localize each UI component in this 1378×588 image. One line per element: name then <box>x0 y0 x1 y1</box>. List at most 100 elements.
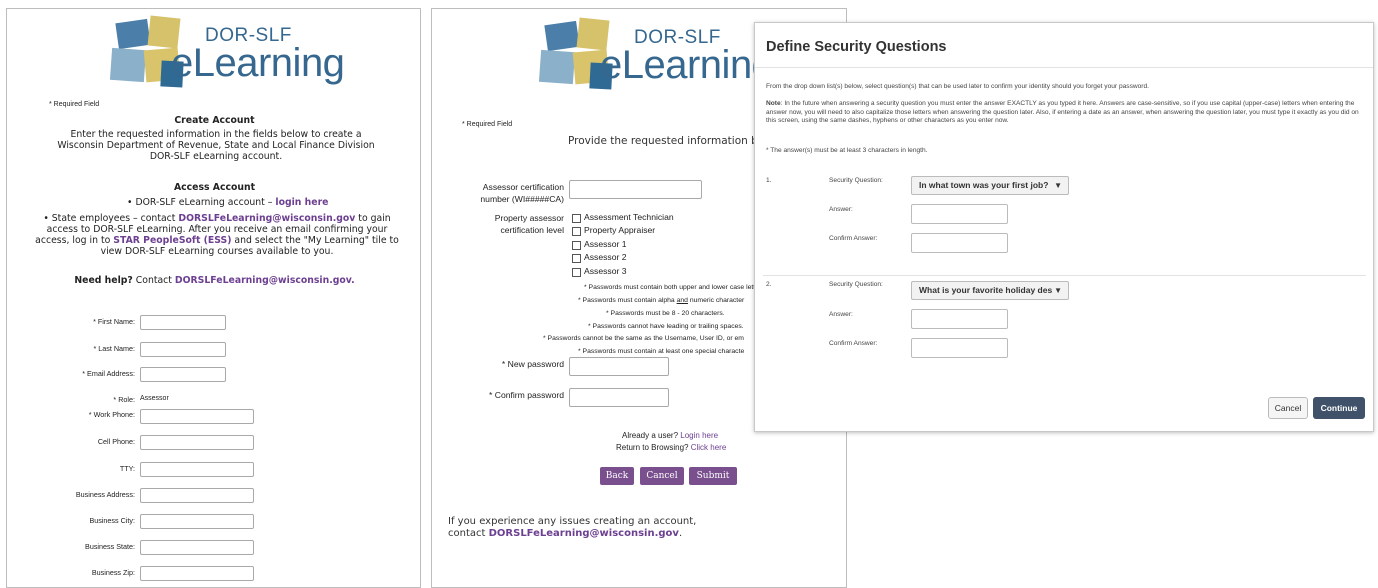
state-text-1: State employees – contact <box>51 213 179 224</box>
need-help-text: Need help? Contact DORSLFeLearning@wisco… <box>7 275 420 286</box>
level-label-line2: certification level <box>500 225 564 235</box>
length-note: * The answer(s) must be at least 3 chara… <box>766 147 928 154</box>
puzzle-piece-icon <box>544 20 580 52</box>
cert-label-line2: number (WI#####CA) <box>480 194 564 204</box>
confirm-answer-label: Confirm Answer: <box>829 235 878 242</box>
work-phone-input[interactable] <box>140 409 254 424</box>
back-button[interactable]: Back <box>600 467 634 485</box>
create-intro-text: Enter the requested information in the f… <box>57 129 375 162</box>
first-name-input[interactable] <box>140 315 226 330</box>
dialog-title: Define Security Questions <box>766 39 947 55</box>
email-label: * Email Address: <box>82 369 135 378</box>
answer-input-1[interactable] <box>911 204 1008 224</box>
dropdown-caret-icon: ▼ <box>1054 286 1062 295</box>
divider <box>763 275 1366 276</box>
already-text: Already a user? <box>622 431 679 440</box>
role-label: * Role: <box>113 395 135 404</box>
level-checkbox-assessor2[interactable] <box>572 254 581 263</box>
state-employees-text: • State employees – contact DORSLFeLearn… <box>31 213 403 257</box>
cert-number-label: Assessor certification number (WI#####CA… <box>452 181 564 205</box>
security-question-label: Security Question: <box>829 177 883 184</box>
need-help-contact: Contact <box>132 275 175 286</box>
issues-period: . <box>678 528 683 539</box>
security-question-select-1[interactable]: In what town was your first job? ▼ <box>911 176 1069 195</box>
star-peoplesoft-link[interactable]: STAR PeopleSoft (ESS) <box>113 235 231 246</box>
login-here-link[interactable]: login here <box>275 197 328 208</box>
last-name-input[interactable] <box>140 342 226 357</box>
confirm-password-input[interactable] <box>569 388 669 407</box>
return-browsing-text: Return to Browsing? Click here <box>616 443 726 452</box>
confirm-answer-input-1[interactable] <box>911 233 1008 253</box>
note-text: : In the future when answering a securit… <box>766 100 1359 124</box>
login-link[interactable]: Login here <box>680 431 718 440</box>
business-state-input[interactable] <box>140 540 254 555</box>
puzzle-piece-icon <box>538 49 576 85</box>
submit-button[interactable]: Submit <box>689 467 737 485</box>
tty-label: TTY: <box>119 464 135 473</box>
question-number: 2. <box>766 281 772 288</box>
confirm-answer-label: Confirm Answer: <box>829 340 878 347</box>
puzzle-piece-icon <box>115 18 151 50</box>
access-bullet: • DOR-SLF eLearning account – login here <box>127 197 328 208</box>
new-password-input[interactable] <box>569 357 669 376</box>
click-here-link[interactable]: Click here <box>691 443 727 452</box>
work-phone-label: * Work Phone: <box>88 410 135 419</box>
answer-input-2[interactable] <box>911 309 1008 329</box>
page-title: Create Account <box>174 115 255 126</box>
password-rule: * Passwords must contain at least one sp… <box>578 348 745 355</box>
level-checkbox-assessor3[interactable] <box>572 268 581 277</box>
dialog-note: Note: In the future when answering a sec… <box>766 100 1366 126</box>
last-name-label: * Last Name: <box>93 344 135 353</box>
first-name-label: * First Name: <box>93 317 135 326</box>
tty-input[interactable] <box>140 462 254 477</box>
answer-label: Answer: <box>829 206 853 213</box>
security-question-label: Security Question: <box>829 281 883 288</box>
return-text: Return to Browsing? <box>616 443 689 452</box>
level-checkbox-appraiser[interactable] <box>572 227 581 236</box>
level-label-assessor3: Assessor 3 <box>584 266 627 276</box>
security-question-select-2[interactable]: What is your favorite holiday des ▼ <box>911 281 1069 300</box>
issues-line1: If you experience any issues creating an… <box>448 516 697 527</box>
business-zip-input[interactable] <box>140 566 254 581</box>
answer-label: Answer: <box>829 311 853 318</box>
required-field-note: * Required Field <box>462 121 513 128</box>
provide-intro-text: Provide the requested information bel <box>568 135 768 147</box>
business-state-label: Business State: <box>85 542 135 551</box>
level-checkbox-technician[interactable] <box>572 214 581 223</box>
email-input[interactable] <box>140 367 226 382</box>
rule-text: numeric character <box>687 297 745 304</box>
issues-email-link[interactable]: DORSLFeLearning@wisconsin.gov <box>489 528 679 539</box>
help-email-link[interactable]: DORSLFeLearning@wisconsin.gov. <box>175 275 355 286</box>
level-label-line1: Property assessor <box>494 213 564 223</box>
cell-phone-input[interactable] <box>140 435 254 450</box>
new-password-label: * New password <box>501 359 564 369</box>
cancel-button[interactable]: Cancel <box>640 467 684 485</box>
cert-number-input[interactable] <box>569 180 702 199</box>
already-user-text: Already a user? Login here <box>622 431 718 440</box>
dialog-cancel-button[interactable]: Cancel <box>1268 397 1308 419</box>
issues-line2: contact DORSLFeLearning@wisconsin.gov. <box>448 528 696 540</box>
divider <box>755 67 1373 68</box>
selected-question-text: In what town was your first job? <box>919 180 1049 190</box>
level-checkbox-assessor1[interactable] <box>572 241 581 250</box>
security-questions-dialog: Define Security Questions From the drop … <box>754 22 1374 432</box>
logo-text-main: eLearning <box>171 41 345 85</box>
create-account-panel: DOR-SLF eLearning * Required Field Creat… <box>6 8 421 588</box>
business-address-input[interactable] <box>140 488 254 503</box>
business-city-input[interactable] <box>140 514 254 529</box>
dialog-continue-button[interactable]: Continue <box>1313 397 1365 419</box>
rule-text: * Passwords must contain alpha <box>578 297 677 304</box>
rule-text-and: and <box>676 297 688 304</box>
need-help-label: Need help? <box>74 275 133 286</box>
password-rule: * Passwords must contain alpha and numer… <box>578 297 744 304</box>
level-label-appraiser: Property Appraiser <box>584 225 656 235</box>
password-rule: * Passwords cannot have leading or trail… <box>588 323 744 330</box>
level-label-assessor2: Assessor 2 <box>584 252 627 262</box>
level-label-assessor1: Assessor 1 <box>584 239 627 249</box>
confirm-answer-input-2[interactable] <box>911 338 1008 358</box>
logo-text-main: eLearning <box>600 43 774 87</box>
required-field-note: * Required Field <box>49 101 100 108</box>
business-city-label: Business City: <box>89 516 135 525</box>
note-label: Note <box>766 100 781 107</box>
state-email-link[interactable]: DORSLFeLearning@wisconsin.gov <box>178 213 355 224</box>
